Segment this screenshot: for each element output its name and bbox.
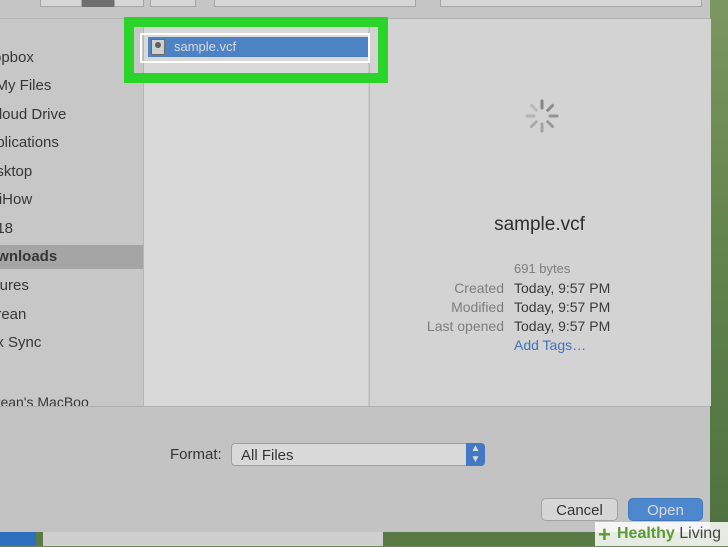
file-size: 691 bytes	[514, 261, 571, 276]
sidebar-item-2018[interactable]: 018	[0, 217, 143, 241]
arrange-button[interactable]	[150, 0, 196, 7]
sidebar-item-label: ctures	[0, 277, 29, 294]
loading-spinner-icon	[525, 99, 559, 133]
format-label: Format:	[170, 446, 222, 463]
view-button[interactable]	[114, 0, 144, 7]
sidebar-item-label: l My Files	[0, 77, 52, 94]
sidebar-item-icloud-drive[interactable]: Cloud Drive	[0, 103, 143, 127]
watermark-brand-rest: Living	[674, 525, 722, 542]
view-button[interactable]	[40, 0, 82, 7]
sidebar-item-label: orean's MacBoo	[0, 394, 89, 406]
dock-item	[43, 532, 383, 546]
sidebar-section-header: s	[0, 19, 143, 43]
open-button[interactable]: Open	[628, 498, 703, 521]
sidebar-item-wikihow[interactable]: ikiHow	[0, 188, 143, 212]
created-value: Today, 9:57 PM	[514, 280, 611, 296]
last-opened-label: Last opened	[426, 318, 504, 334]
sidebar-item-dropbox[interactable]: ropbox	[0, 46, 143, 70]
open-file-dialog: s ropbox l My Files Cloud Drive pplicati…	[0, 0, 711, 533]
modified-label: Modified	[451, 299, 504, 315]
created-label: Created	[454, 280, 504, 296]
sidebar-item-label: Cloud Drive	[0, 106, 67, 123]
sidebar-item-label: ikiHow	[0, 191, 33, 208]
modified-value: Today, 9:57 PM	[514, 299, 611, 315]
sidebar: s ropbox l My Files Cloud Drive pplicati…	[0, 19, 144, 406]
path-popup[interactable]	[214, 0, 416, 7]
sidebar-item-box-sync[interactable]: ox Sync	[0, 331, 143, 355]
sidebar-item-applications[interactable]: pplications	[0, 131, 143, 155]
sidebar-item-label: ropbox	[0, 49, 34, 66]
chevron-up-down-icon: ▲ ▼	[466, 443, 485, 466]
toolbar	[0, 0, 710, 19]
sidebar-item-korean[interactable]: orean	[0, 303, 143, 327]
sidebar-item-label: ox Sync	[0, 334, 42, 351]
cancel-button[interactable]: Cancel	[541, 498, 618, 521]
watermark-brand-bold: Healthy	[617, 525, 675, 542]
sidebar-item-label: 018	[0, 220, 14, 237]
sidebar-item-label: orean	[0, 306, 27, 323]
sidebar-item-all-my-files[interactable]: l My Files	[0, 74, 143, 98]
sidebar-item-desktop[interactable]: esktop	[0, 160, 143, 184]
sidebar-item-label: esktop	[0, 163, 33, 180]
sidebar-item-label: ownloads	[0, 248, 58, 265]
dock-item	[0, 532, 36, 546]
highlight-inner-outline	[140, 33, 370, 63]
last-opened-value: Today, 9:57 PM	[514, 318, 611, 334]
preview-file-name: sample.vcf	[494, 214, 585, 235]
format-select-value: All Files	[241, 447, 294, 464]
add-tags-link[interactable]: Add Tags…	[514, 337, 586, 353]
sidebar-item-macbook[interactable]: orean's MacBoo	[0, 390, 143, 406]
sidebar-item-pictures[interactable]: ctures	[0, 274, 143, 298]
file-list	[144, 19, 368, 406]
plus-icon: +	[598, 522, 611, 547]
search-input[interactable]	[440, 0, 702, 7]
sidebar-item-downloads[interactable]: ownloads	[0, 245, 143, 269]
format-select[interactable]: All Files ▲ ▼	[231, 443, 485, 466]
watermark-text: Healthy Living	[617, 525, 721, 543]
view-button-active[interactable]	[82, 0, 114, 7]
sidebar-item-label: pplications	[0, 134, 59, 151]
watermark: + Healthy Living	[595, 522, 728, 546]
